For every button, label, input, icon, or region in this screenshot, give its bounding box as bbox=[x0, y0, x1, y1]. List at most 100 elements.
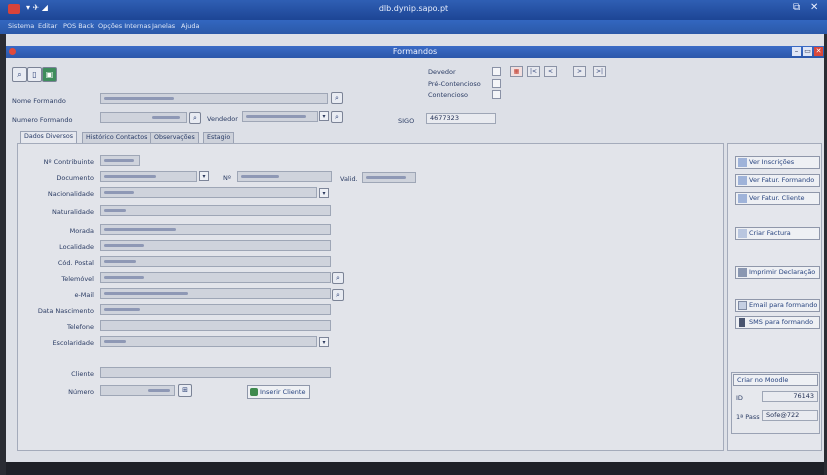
nome-formando-input[interactable] bbox=[100, 93, 328, 104]
data-nascimento-input[interactable] bbox=[100, 304, 331, 315]
escolaridade-label: Escolaridade bbox=[52, 339, 94, 347]
email-label: e-Mail bbox=[74, 291, 94, 299]
sms-formando-label: SMS para formando bbox=[749, 318, 814, 326]
menu-janelas[interactable]: Janelas bbox=[152, 22, 175, 30]
criar-factura-button[interactable]: Criar Factura bbox=[735, 227, 820, 240]
phone-icon bbox=[739, 318, 745, 327]
nome-search-icon[interactable]: ⌕ bbox=[331, 92, 343, 104]
email-formando-label: Email para formando bbox=[749, 301, 818, 309]
nacionalidade-label: Nacionalidade bbox=[47, 190, 94, 198]
nacionalidade-dropdown-icon[interactable]: ▾ bbox=[319, 188, 329, 198]
moodle-id-value: 76143 bbox=[762, 391, 818, 402]
menu-sistema[interactable]: Sistema bbox=[8, 22, 34, 30]
cod-postal-label: Cód. Postal bbox=[57, 259, 94, 267]
user-icon bbox=[250, 388, 258, 396]
search-icon[interactable]: ⌕ bbox=[12, 67, 27, 82]
moodle-pass-value: Sofe@722 bbox=[762, 410, 818, 421]
ver-fatur-cliente-button[interactable]: Ver Fatur. Cliente bbox=[735, 192, 820, 205]
telemovel-search-icon[interactable]: ⌕ bbox=[332, 272, 344, 284]
contribuinte-label: Nº Contribuinte bbox=[43, 158, 94, 166]
status-bar bbox=[6, 462, 824, 475]
devedor-checkbox[interactable] bbox=[492, 67, 501, 76]
menu-editar[interactable]: Editar bbox=[38, 22, 57, 30]
numero-input[interactable] bbox=[100, 385, 175, 396]
pre-contencioso-checkbox[interactable] bbox=[492, 79, 501, 88]
menu-pos-back[interactable]: POS Back bbox=[63, 22, 94, 30]
documento-select[interactable] bbox=[100, 171, 197, 182]
ver-inscricoes-button[interactable]: Ver Inscrições bbox=[735, 156, 820, 169]
new-invoice-icon bbox=[738, 229, 747, 238]
tab-dados-diversos[interactable]: Dados Diversos bbox=[20, 131, 78, 143]
doc-numero-input[interactable] bbox=[237, 171, 332, 182]
maximize-icon[interactable]: ▭ bbox=[803, 47, 812, 56]
minimize-icon[interactable]: – bbox=[792, 47, 801, 56]
doc-numero-label: Nº bbox=[223, 174, 231, 182]
numero-lookup-icon[interactable]: ⊞ bbox=[178, 384, 192, 397]
menu-opcoes-internas[interactable]: Opções Internas bbox=[98, 22, 151, 30]
escolaridade-select[interactable] bbox=[100, 336, 317, 347]
numero-search-icon[interactable]: ⌕ bbox=[189, 112, 201, 124]
sms-formando-button[interactable]: SMS para formando bbox=[735, 316, 820, 329]
criar-moodle-button[interactable]: Criar no Moodle bbox=[733, 374, 818, 386]
last-record-button[interactable]: >| bbox=[593, 66, 606, 77]
sigo-input[interactable]: 4677323 bbox=[426, 113, 496, 124]
ver-fatur-formando-button[interactable]: Ver Fatur. Formando bbox=[735, 174, 820, 187]
email-input[interactable] bbox=[100, 288, 331, 299]
ver-fatur-cliente-label: Ver Fatur. Cliente bbox=[749, 194, 805, 202]
ver-fatur-formando-label: Ver Fatur. Formando bbox=[749, 176, 815, 184]
email-formando-button[interactable]: Email para formando bbox=[735, 299, 820, 312]
pre-contencioso-label: Pré-Contencioso bbox=[428, 80, 481, 88]
next-record-button[interactable]: > bbox=[573, 66, 586, 77]
tab-estagio[interactable]: Estagio bbox=[203, 132, 235, 143]
tab-observacoes[interactable]: Observações bbox=[150, 132, 199, 143]
escolaridade-dropdown-icon[interactable]: ▾ bbox=[319, 337, 329, 347]
telemovel-input[interactable] bbox=[100, 272, 331, 283]
email-search-icon[interactable]: ⌕ bbox=[332, 289, 344, 301]
localidade-label: Localidade bbox=[59, 243, 94, 251]
tab-historico-contactos[interactable]: Histórico Contactos bbox=[82, 132, 152, 143]
morada-label: Morada bbox=[69, 227, 94, 235]
imprimir-declaracao-label: Imprimir Declaração bbox=[749, 268, 816, 276]
window-title: dlb.dynip.sapo.pt bbox=[378, 4, 449, 13]
form-title: Formandos bbox=[392, 47, 438, 56]
window-titlebar: ▾ ✈ ◢ dlb.dynip.sapo.pt ⧉ ✕ bbox=[0, 0, 827, 20]
invoice-client-icon bbox=[738, 194, 747, 203]
menu-ajuda[interactable]: Ajuda bbox=[181, 22, 199, 30]
numero-label: Número bbox=[68, 388, 94, 396]
naturalidade-input[interactable] bbox=[100, 205, 331, 216]
vendedor-search-icon[interactable]: ⌕ bbox=[331, 111, 343, 123]
documento-dropdown-icon[interactable]: ▾ bbox=[199, 171, 209, 181]
form-close-icon[interactable]: ✕ bbox=[814, 47, 823, 56]
documento-label: Documento bbox=[56, 174, 94, 182]
ver-inscricoes-label: Ver Inscrições bbox=[749, 158, 795, 166]
vendedor-select[interactable] bbox=[242, 111, 318, 122]
cod-postal-input[interactable] bbox=[100, 256, 331, 267]
prev-record-button[interactable]: < bbox=[544, 66, 557, 77]
moodle-pass-label: 1ª Pass bbox=[736, 413, 760, 421]
cliente-label: Cliente bbox=[71, 370, 94, 378]
nome-formando-label: Nome Formando bbox=[12, 97, 66, 105]
inserir-cliente-button[interactable]: Inserir Cliente bbox=[247, 385, 310, 399]
mail-icon bbox=[738, 301, 747, 310]
moodle-id-label: ID bbox=[736, 394, 743, 402]
cliente-input[interactable] bbox=[100, 367, 331, 378]
close-icon[interactable]: ✕ bbox=[810, 2, 818, 13]
nacionalidade-select[interactable] bbox=[100, 187, 317, 198]
contribuinte-input[interactable] bbox=[100, 155, 140, 166]
invoice-icon bbox=[738, 176, 747, 185]
valid-input[interactable] bbox=[362, 172, 416, 183]
localidade-input[interactable] bbox=[100, 240, 331, 251]
vendedor-label: Vendedor bbox=[207, 115, 238, 123]
vendedor-dropdown-icon[interactable]: ▾ bbox=[319, 111, 329, 121]
first-record-button[interactable]: |< bbox=[527, 66, 540, 77]
image-icon[interactable]: ▣ bbox=[42, 67, 57, 82]
sigo-label: SIGO bbox=[398, 117, 415, 125]
new-document-icon[interactable]: ▯ bbox=[27, 67, 42, 82]
restore-icon[interactable]: ⧉ bbox=[793, 2, 800, 13]
numero-formando-input[interactable] bbox=[100, 112, 187, 123]
telefone-input[interactable] bbox=[100, 320, 331, 331]
morada-input[interactable] bbox=[100, 224, 331, 235]
imprimir-declaracao-button[interactable]: Imprimir Declaração bbox=[735, 266, 820, 279]
contencioso-checkbox[interactable] bbox=[492, 90, 501, 99]
delete-record-icon[interactable]: ▦ bbox=[510, 66, 523, 77]
